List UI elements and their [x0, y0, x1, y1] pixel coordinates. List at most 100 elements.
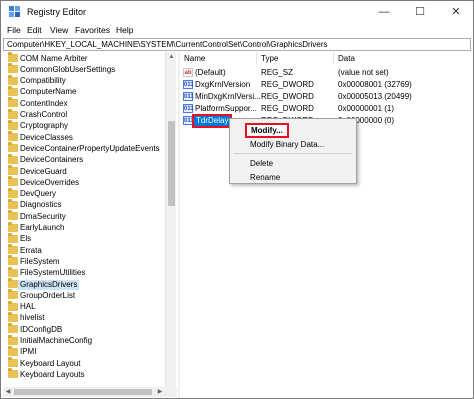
tree-item[interactable]: Els — [3, 232, 163, 245]
menu-help[interactable]: Help — [116, 25, 133, 35]
folder-icon — [8, 334, 18, 345]
window-title: Registry Editor — [27, 7, 87, 17]
tree-item[interactable]: Cryptography — [3, 119, 163, 132]
tree-item[interactable]: Diagnostics — [3, 198, 163, 211]
tree-item[interactable]: DeviceOverrides — [3, 176, 163, 188]
tree-item[interactable]: EarlyLaunch — [3, 221, 163, 234]
value-type: REG_DWORD — [261, 92, 314, 101]
menu-bar: File Edit View Favorites Help — [1, 23, 473, 38]
tree-item[interactable]: ContentIndex — [3, 97, 163, 109]
tree-item[interactable]: DeviceGuard — [3, 165, 163, 177]
tree-item[interactable]: ComputerName — [3, 85, 163, 98]
menu-file[interactable]: File — [7, 25, 21, 35]
title-bar[interactable]: Registry Editor — ☐ ✕ — [1, 1, 473, 23]
tree-item[interactable]: IDConfigDB — [3, 323, 163, 335]
registry-editor-window: Registry Editor — ☐ ✕ File Edit View Fav… — [0, 0, 474, 399]
folder-icon — [8, 210, 18, 221]
column-header-type[interactable]: Type — [257, 52, 334, 65]
value-name: DxgKrnlVersion — [195, 80, 251, 89]
value-name: MinDxgKrnlVersi... — [195, 92, 261, 101]
folder-icon — [8, 63, 18, 74]
value-row[interactable]: 011 MinDxgKrnlVersi... REG_DWORD 0x00005… — [180, 91, 472, 103]
tree-item[interactable]: Keyboard Layout — [3, 357, 163, 369]
scroll-left-arrow-icon[interactable]: ◀ — [3, 387, 13, 397]
value-name-tdrdelay: TdrDelay — [191, 114, 233, 128]
folder-icon — [8, 232, 18, 243]
tree-item[interactable]: HAL — [3, 300, 163, 313]
value-type: REG_SZ — [261, 68, 294, 77]
folder-icon — [8, 142, 18, 153]
tree-item[interactable]: DeviceContainerPropertyUpdateEvents — [3, 142, 163, 154]
context-menu-rename[interactable]: Rename — [250, 172, 280, 183]
context-menu-modify-binary[interactable]: Modify Binary Data... — [250, 139, 324, 150]
folder-icon — [8, 108, 18, 119]
value-name: PlatformSuppor... — [195, 104, 257, 113]
folder-icon — [8, 85, 18, 96]
tree-item[interactable]: GroupOrderList — [3, 289, 163, 301]
context-menu-separator — [234, 153, 352, 154]
tree-item[interactable]: DeviceContainers — [3, 153, 163, 166]
context-menu-delete[interactable]: Delete — [250, 158, 273, 169]
address-bar[interactable]: Computer\HKEY_LOCAL_MACHINE\SYSTEM\Curre… — [3, 38, 471, 51]
scroll-thumb[interactable] — [168, 121, 175, 206]
tree-item[interactable]: hivelist — [3, 311, 163, 324]
value-name: (Default) — [195, 68, 226, 77]
tree-item[interactable]: FileSystem — [3, 255, 163, 267]
tree-item[interactable]: DeviceClasses — [3, 131, 163, 143]
registry-editor-icon — [9, 6, 20, 17]
value-row[interactable]: 011 DxgKrnlVersion REG_DWORD 0x00008001 … — [180, 79, 472, 91]
tree-horizontal-scrollbar[interactable]: ◀ ▶ — [3, 387, 177, 397]
folder-icon — [8, 52, 18, 62]
tree-item[interactable]: CrashControl — [3, 108, 163, 121]
folder-icon — [8, 311, 18, 322]
tree-item[interactable]: Compatibility — [3, 74, 163, 87]
key-tree: COM Name Arbiter CommonGlobUserSettings … — [3, 52, 177, 387]
menu-view[interactable]: View — [50, 25, 68, 35]
column-header-name[interactable]: Name — [180, 52, 257, 65]
folder-icon — [8, 266, 18, 277]
context-menu: Modify... Modify Binary Data... Delete R… — [229, 118, 357, 184]
hscroll-thumb[interactable] — [14, 389, 152, 395]
tree-item[interactable]: FileSystemUtilities — [3, 266, 163, 279]
scroll-right-arrow-icon[interactable]: ▶ — [155, 387, 165, 397]
folder-icon — [8, 153, 18, 164]
folder-icon — [8, 97, 18, 108]
folder-icon — [8, 323, 18, 334]
tree-item[interactable]: DmaSecurity — [3, 210, 163, 222]
value-row[interactable]: ab (Default) REG_SZ (value not set) — [180, 67, 472, 79]
tree-item[interactable]: InitialMachineConfig — [3, 334, 163, 347]
scroll-up-arrow-icon[interactable]: ▲ — [166, 52, 177, 63]
folder-icon — [8, 176, 18, 187]
dword-value-icon: 011 — [183, 80, 194, 89]
value-row[interactable]: 011 PlatformSuppor... REG_DWORD 0x000000… — [180, 103, 472, 115]
tree-item[interactable]: COM Name Arbiter — [3, 52, 163, 64]
menu-edit[interactable]: Edit — [27, 25, 42, 35]
value-type: REG_DWORD — [261, 80, 314, 89]
folder-icon — [8, 278, 18, 288]
maximize-button[interactable]: ☐ — [402, 1, 438, 23]
tree-item[interactable]: IPMI — [3, 345, 163, 358]
value-data: 0x00008001 (32769) — [338, 80, 412, 89]
folder-icon — [8, 345, 18, 356]
tree-vertical-scrollbar[interactable]: ▲ — [165, 52, 176, 387]
tree-item-graphicsdrivers[interactable]: GraphicsDrivers — [3, 278, 163, 290]
tree-item[interactable]: DevQuery — [3, 187, 163, 200]
minimize-button[interactable]: — — [366, 1, 402, 23]
folder-icon — [8, 357, 18, 368]
column-header-data[interactable]: Data — [334, 52, 472, 65]
value-data: 0x00000001 (1) — [338, 104, 395, 113]
value-type: REG_DWORD — [261, 104, 314, 113]
tree-item[interactable]: Keyboard Layouts — [3, 368, 163, 380]
context-menu-modify[interactable]: Modify... — [245, 123, 289, 138]
tree-item[interactable]: CommonGlobUserSettings — [3, 63, 163, 75]
value-data: 0x00005013 (20499) — [338, 92, 412, 101]
tree-item[interactable]: Errata — [3, 244, 163, 256]
close-button[interactable]: ✕ — [438, 1, 474, 23]
menu-favorites[interactable]: Favorites — [75, 25, 110, 35]
address-path: Computer\HKEY_LOCAL_MACHINE\SYSTEM\Curre… — [7, 40, 328, 49]
dword-value-icon: 011 — [183, 92, 194, 101]
folder-icon — [8, 187, 18, 198]
folder-icon — [8, 198, 18, 209]
folder-icon — [8, 131, 18, 142]
folder-icon — [8, 255, 18, 266]
